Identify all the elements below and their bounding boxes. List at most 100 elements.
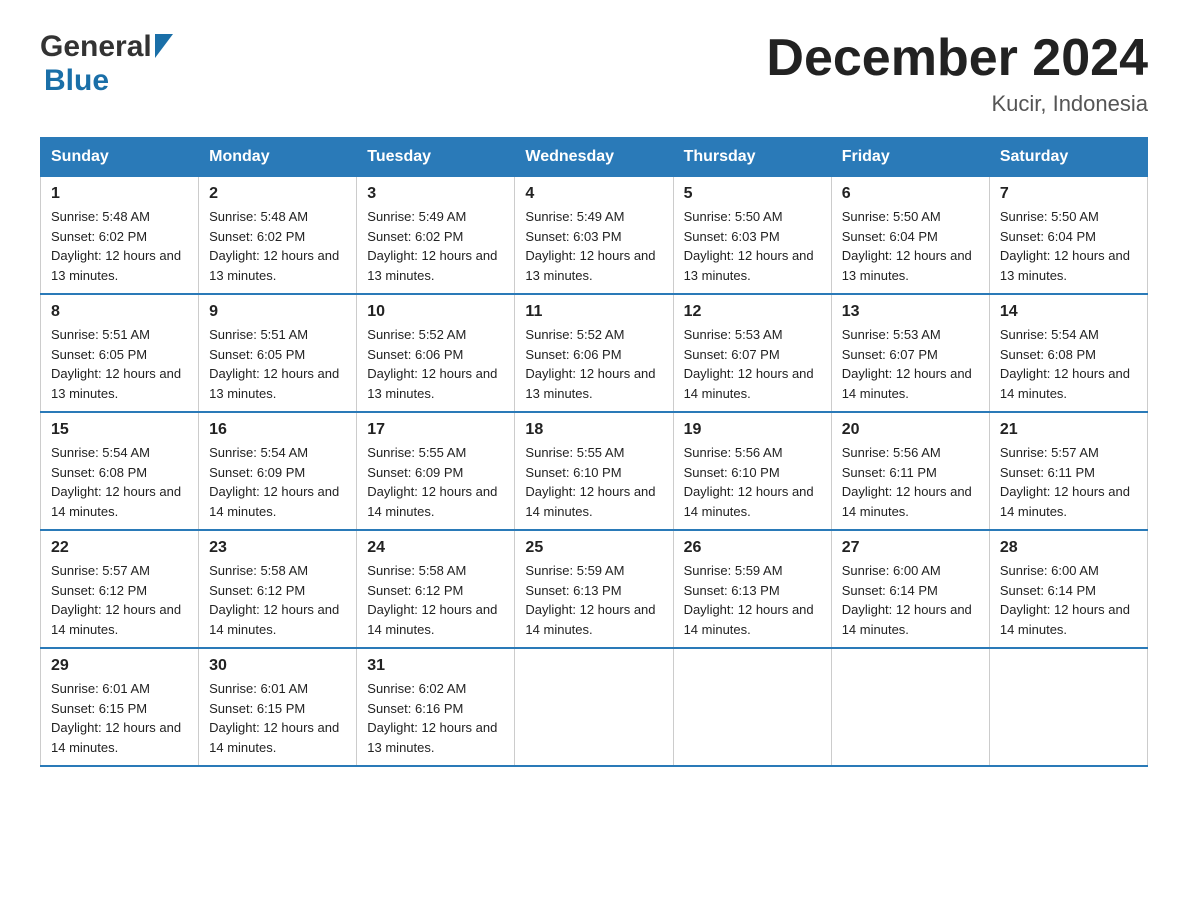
- day-info: Sunrise: 5:50 AMSunset: 6:03 PMDaylight:…: [684, 207, 821, 285]
- day-info: Sunrise: 5:58 AMSunset: 6:12 PMDaylight:…: [367, 561, 504, 639]
- calendar-cell: 30 Sunrise: 6:01 AMSunset: 6:15 PMDayligh…: [199, 648, 357, 766]
- calendar-body: 1Sunrise: 5:48 AMSunset: 6:02 PMDaylight…: [41, 177, 1148, 767]
- day-info: Sunrise: 5:59 AMSunset: 6:13 PMDaylight:…: [684, 561, 821, 639]
- day-number: 7: [1000, 185, 1137, 203]
- day-info: Sunrise: 5:50 AMSunset: 6:04 PMDaylight:…: [1000, 207, 1137, 285]
- day-info: Sunrise: 5:52 AMSunset: 6:06 PMDaylight:…: [367, 325, 504, 403]
- calendar-week-row: 29 Sunrise: 6:01 AMSunset: 6:15 PMDayligh…: [41, 648, 1148, 766]
- calendar-week-row: 15 Sunrise: 5:54 AMSunset: 6:08 PMDayligh…: [41, 412, 1148, 530]
- day-number: 28: [1000, 539, 1137, 557]
- calendar-cell: 13Sunrise: 5:53 AMSunset: 6:07 PMDayligh…: [831, 294, 989, 412]
- day-number: 30: [209, 657, 346, 675]
- calendar-cell: 12Sunrise: 5:53 AMSunset: 6:07 PMDayligh…: [673, 294, 831, 412]
- day-info: Sunrise: 5:48 AMSunset: 6:02 PMDaylight:…: [51, 207, 188, 285]
- col-friday: Friday: [831, 138, 989, 177]
- calendar-cell: [515, 648, 673, 766]
- calendar-cell: 15 Sunrise: 5:54 AMSunset: 6:08 PMDayligh…: [41, 412, 199, 530]
- day-number: 9: [209, 303, 346, 321]
- day-number: 26: [684, 539, 821, 557]
- day-info: Sunrise: 5:51 AMSunset: 6:05 PMDaylight:…: [209, 325, 346, 403]
- calendar-week-row: 1Sunrise: 5:48 AMSunset: 6:02 PMDaylight…: [41, 177, 1148, 295]
- calendar-cell: 2Sunrise: 5:48 AMSunset: 6:02 PMDaylight…: [199, 177, 357, 295]
- day-number: 23: [209, 539, 346, 557]
- calendar-cell: 29 Sunrise: 6:01 AMSunset: 6:15 PMDayligh…: [41, 648, 199, 766]
- day-info: Sunrise: 5:49 AMSunset: 6:03 PMDaylight:…: [525, 207, 662, 285]
- calendar-cell: 19 Sunrise: 5:56 AMSunset: 6:10 PMDayligh…: [673, 412, 831, 530]
- day-info: Sunrise: 5:53 AMSunset: 6:07 PMDaylight:…: [842, 325, 979, 403]
- day-number: 22: [51, 539, 188, 557]
- col-saturday: Saturday: [989, 138, 1147, 177]
- day-info: Sunrise: 5:57 AMSunset: 6:12 PMDaylight:…: [51, 561, 188, 639]
- calendar-cell: 17 Sunrise: 5:55 AMSunset: 6:09 PMDayligh…: [357, 412, 515, 530]
- page-subtitle: Kucir, Indonesia: [766, 91, 1148, 117]
- day-info: Sunrise: 5:48 AMSunset: 6:02 PMDaylight:…: [209, 207, 346, 285]
- calendar-cell: [831, 648, 989, 766]
- day-number: 11: [525, 303, 662, 321]
- header-row: Sunday Monday Tuesday Wednesday Thursday…: [41, 138, 1148, 177]
- calendar-cell: 21 Sunrise: 5:57 AMSunset: 6:11 PMDayligh…: [989, 412, 1147, 530]
- day-info: Sunrise: 5:51 AMSunset: 6:05 PMDaylight:…: [51, 325, 188, 403]
- day-info: Sunrise: 5:59 AMSunset: 6:13 PMDaylight:…: [525, 561, 662, 639]
- page-title: December 2024: [766, 30, 1148, 87]
- page-header: General Blue December 2024 Kucir, Indone…: [40, 30, 1148, 117]
- day-info: Sunrise: 5:54 AMSunset: 6:09 PMDaylight:…: [209, 443, 346, 521]
- calendar-cell: [673, 648, 831, 766]
- calendar-cell: 23 Sunrise: 5:58 AMSunset: 6:12 PMDayligh…: [199, 530, 357, 648]
- day-number: 6: [842, 185, 979, 203]
- calendar-cell: 7 Sunrise: 5:50 AMSunset: 6:04 PMDaylight…: [989, 177, 1147, 295]
- calendar-cell: 6 Sunrise: 5:50 AMSunset: 6:04 PMDaylight…: [831, 177, 989, 295]
- logo: General Blue: [40, 30, 173, 98]
- calendar-cell: 25 Sunrise: 5:59 AMSunset: 6:13 PMDayligh…: [515, 530, 673, 648]
- day-number: 29: [51, 657, 188, 675]
- day-number: 31: [367, 657, 504, 675]
- day-number: 19: [684, 421, 821, 439]
- calendar-cell: 14Sunrise: 5:54 AMSunset: 6:08 PMDayligh…: [989, 294, 1147, 412]
- day-number: 21: [1000, 421, 1137, 439]
- day-info: Sunrise: 6:01 AMSunset: 6:15 PMDaylight:…: [51, 679, 188, 757]
- day-number: 20: [842, 421, 979, 439]
- calendar-cell: 27Sunrise: 6:00 AMSunset: 6:14 PMDayligh…: [831, 530, 989, 648]
- col-tuesday: Tuesday: [357, 138, 515, 177]
- logo-blue-text: Blue: [44, 64, 109, 98]
- calendar-cell: [989, 648, 1147, 766]
- col-thursday: Thursday: [673, 138, 831, 177]
- day-info: Sunrise: 5:50 AMSunset: 6:04 PMDaylight:…: [842, 207, 979, 285]
- day-info: Sunrise: 5:49 AMSunset: 6:02 PMDaylight:…: [367, 207, 504, 285]
- calendar-cell: 26 Sunrise: 5:59 AMSunset: 6:13 PMDayligh…: [673, 530, 831, 648]
- day-number: 5: [684, 185, 821, 203]
- day-number: 8: [51, 303, 188, 321]
- title-block: December 2024 Kucir, Indonesia: [766, 30, 1148, 117]
- day-info: Sunrise: 6:01 AMSunset: 6:15 PMDaylight:…: [209, 679, 346, 757]
- calendar-cell: 20 Sunrise: 5:56 AMSunset: 6:11 PMDayligh…: [831, 412, 989, 530]
- calendar-header: Sunday Monday Tuesday Wednesday Thursday…: [41, 138, 1148, 177]
- day-info: Sunrise: 6:02 AMSunset: 6:16 PMDaylight:…: [367, 679, 504, 757]
- day-info: Sunrise: 5:56 AMSunset: 6:10 PMDaylight:…: [684, 443, 821, 521]
- logo-triangle-icon: [155, 34, 173, 63]
- calendar-cell: 1Sunrise: 5:48 AMSunset: 6:02 PMDaylight…: [41, 177, 199, 295]
- day-info: Sunrise: 6:00 AMSunset: 6:14 PMDaylight:…: [842, 561, 979, 639]
- calendar-cell: 5 Sunrise: 5:50 AMSunset: 6:03 PMDaylight…: [673, 177, 831, 295]
- day-info: Sunrise: 5:54 AMSunset: 6:08 PMDaylight:…: [1000, 325, 1137, 403]
- calendar-cell: 28Sunrise: 6:00 AMSunset: 6:14 PMDayligh…: [989, 530, 1147, 648]
- calendar-cell: 24Sunrise: 5:58 AMSunset: 6:12 PMDayligh…: [357, 530, 515, 648]
- day-info: Sunrise: 5:54 AMSunset: 6:08 PMDaylight:…: [51, 443, 188, 521]
- day-info: Sunrise: 5:56 AMSunset: 6:11 PMDaylight:…: [842, 443, 979, 521]
- day-info: Sunrise: 5:55 AMSunset: 6:09 PMDaylight:…: [367, 443, 504, 521]
- day-info: Sunrise: 5:57 AMSunset: 6:11 PMDaylight:…: [1000, 443, 1137, 521]
- logo-general-text: General: [40, 30, 152, 64]
- calendar-cell: 8 Sunrise: 5:51 AMSunset: 6:05 PMDaylight…: [41, 294, 199, 412]
- calendar-cell: 11Sunrise: 5:52 AMSunset: 6:06 PMDayligh…: [515, 294, 673, 412]
- day-number: 17: [367, 421, 504, 439]
- day-number: 15: [51, 421, 188, 439]
- day-info: Sunrise: 5:58 AMSunset: 6:12 PMDaylight:…: [209, 561, 346, 639]
- calendar-table: Sunday Monday Tuesday Wednesday Thursday…: [40, 137, 1148, 767]
- day-number: 16: [209, 421, 346, 439]
- day-number: 25: [525, 539, 662, 557]
- day-number: 12: [684, 303, 821, 321]
- calendar-cell: 4Sunrise: 5:49 AMSunset: 6:03 PMDaylight…: [515, 177, 673, 295]
- calendar-cell: 31 Sunrise: 6:02 AMSunset: 6:16 PMDayligh…: [357, 648, 515, 766]
- calendar-cell: 10Sunrise: 5:52 AMSunset: 6:06 PMDayligh…: [357, 294, 515, 412]
- day-number: 3: [367, 185, 504, 203]
- calendar-cell: 22 Sunrise: 5:57 AMSunset: 6:12 PMDayligh…: [41, 530, 199, 648]
- calendar-cell: 9 Sunrise: 5:51 AMSunset: 6:05 PMDaylight…: [199, 294, 357, 412]
